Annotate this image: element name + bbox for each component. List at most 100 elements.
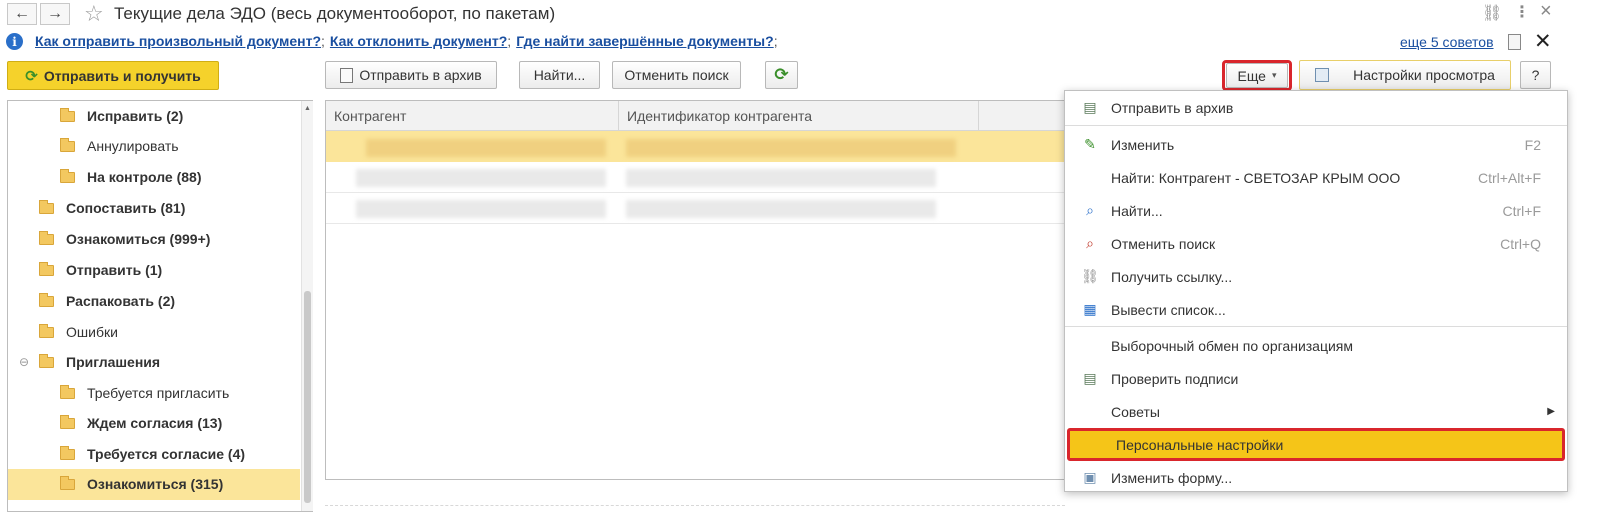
menu-item[interactable]: Выборочный обмен по организациям bbox=[1065, 329, 1567, 362]
tree-item[interactable]: Распаковать (2) bbox=[39, 286, 175, 316]
folder-icon bbox=[39, 292, 54, 307]
tree-item-label: Ознакомиться (315) bbox=[87, 476, 224, 492]
tip-link-reject[interactable]: Как отклонить документ? bbox=[330, 33, 507, 49]
window-title: Текущие дела ЭДО (весь документооборот, … bbox=[114, 4, 556, 23]
forward-button[interactable]: → bbox=[40, 3, 70, 25]
refresh-icon: ⟳ bbox=[25, 67, 38, 85]
tree-item-label: Ждем согласия (13) bbox=[87, 415, 223, 431]
column-header-counterparty[interactable]: Контрагент bbox=[326, 101, 619, 131]
tree-item[interactable]: Сопоставить (81) bbox=[39, 193, 185, 223]
tips-doc-icon[interactable] bbox=[1508, 34, 1521, 50]
settings-form-icon bbox=[1315, 68, 1330, 82]
send-receive-button[interactable]: ⟳ Отправить и получить bbox=[7, 61, 219, 90]
tree-item[interactable]: ⊖ Приглашения bbox=[19, 347, 160, 377]
more-menu: ▤ Отправить в архив ✎ Изменить F2 Найти: Конт… bbox=[1064, 90, 1568, 492]
menu-item-label: Изменить bbox=[1111, 136, 1175, 153]
favorite-star-icon[interactable]: ☆ bbox=[84, 1, 104, 27]
menu-item[interactable]: ▤ Проверить подписи bbox=[1065, 362, 1567, 395]
scroll-up-icon[interactable]: ▲ bbox=[302, 105, 313, 112]
refresh-button[interactable]: ⟳ bbox=[765, 61, 798, 89]
tree-item[interactable]: Требуется согласие (4) bbox=[60, 439, 245, 469]
tree-item-label: На контроле (88) bbox=[87, 169, 202, 185]
tips-close-icon[interactable]: ✕ bbox=[1534, 29, 1552, 54]
tree-item-label: Распаковать (2) bbox=[66, 293, 176, 309]
folder-icon bbox=[60, 445, 75, 460]
folder-icon bbox=[60, 414, 75, 429]
tree-item-label: Сопоставить (81) bbox=[66, 200, 186, 216]
menu-item-label: Персональные настройки bbox=[1116, 436, 1284, 453]
forward-arrow-icon: → bbox=[47, 5, 63, 22]
tree-item[interactable]: Отправить (1) bbox=[39, 255, 162, 285]
cancel-search-icon: ⌕ bbox=[1086, 235, 1094, 251]
view-settings-button[interactable]: Настройки просмотра bbox=[1299, 60, 1511, 90]
send-archive-button[interactable]: Отправить в архив bbox=[325, 61, 497, 89]
menu-item[interactable]: ⌕ Отменить поиск Ctrl+Q bbox=[1065, 227, 1567, 260]
menu-item-label: Найти... bbox=[1111, 202, 1163, 219]
redacted-cell bbox=[356, 169, 606, 187]
cancel-search-button[interactable]: Отменить поиск bbox=[612, 61, 741, 89]
view-settings-label: Настройки просмотра bbox=[1353, 67, 1495, 83]
tree-item[interactable]: Ждем согласия (13) bbox=[60, 408, 222, 438]
menu-item-label: Изменить форму... bbox=[1111, 469, 1233, 486]
tip-link-completed-docs[interactable]: Где найти завершённые документы? bbox=[516, 33, 774, 49]
scroll-thumb[interactable] bbox=[304, 291, 311, 503]
help-button[interactable]: ? bbox=[1520, 61, 1551, 89]
menu-item-label: Советы bbox=[1111, 403, 1160, 420]
menu-item[interactable]: ▣ Изменить форму... bbox=[1065, 461, 1567, 494]
archive-icon bbox=[340, 67, 354, 83]
menu-item[interactable]: ✎ Изменить F2 bbox=[1065, 128, 1567, 161]
menu-item[interactable]: ▦ Вывести список... bbox=[1065, 293, 1567, 326]
window-close-icon[interactable]: × bbox=[1540, 0, 1552, 23]
back-arrow-icon: ← bbox=[14, 5, 30, 22]
pencil-icon: ✎ bbox=[1084, 136, 1096, 152]
menu-item-label: Проверить подписи bbox=[1111, 370, 1239, 387]
documents-table: Контрагент Идентификатор контрагента bbox=[325, 100, 1085, 480]
refresh-icon: ⟳ bbox=[774, 65, 789, 84]
folder-icon bbox=[60, 384, 75, 399]
menu-item[interactable]: ⛓ Получить ссылку... bbox=[1065, 260, 1567, 293]
send-archive-label: Отправить в архив bbox=[359, 67, 482, 83]
menu-item-label: Выборочный обмен по организациям bbox=[1111, 337, 1354, 354]
link-icon[interactable]: ⛓ bbox=[1482, 3, 1502, 23]
menu-item-shortcut: Ctrl+F bbox=[1502, 202, 1542, 219]
menu-item-label: Отправить в архив bbox=[1111, 99, 1234, 116]
redacted-cell bbox=[356, 200, 606, 218]
menu-item[interactable]: ▤ Отправить в архив bbox=[1065, 91, 1567, 124]
folder-icon bbox=[60, 107, 75, 122]
link-icon: ⛓ bbox=[1081, 268, 1099, 284]
tree-item[interactable]: Исправить (2) bbox=[60, 101, 183, 131]
dropdown-arrow-icon: ▾ bbox=[1271, 70, 1277, 80]
menu-item-label: Найти: Контрагент - СВЕТОЗАР КРЫМ ООО bbox=[1111, 169, 1401, 186]
submenu-arrow-icon: ▶ bbox=[1547, 406, 1555, 417]
tree-item[interactable]: Аннулировать bbox=[60, 131, 179, 161]
folder-icon bbox=[60, 137, 75, 152]
redacted-cell bbox=[626, 200, 936, 218]
back-button[interactable]: ← bbox=[7, 3, 37, 25]
more-button[interactable]: Еще ▾ bbox=[1226, 63, 1288, 88]
tip-link-send-arbitrary[interactable]: Как отправить произвольный документ? bbox=[35, 33, 321, 49]
menu-item[interactable]: Найти: Контрагент - СВЕТОЗАР КРЫМ ООО Ctr… bbox=[1065, 161, 1567, 194]
folder-icon bbox=[39, 353, 54, 368]
tree-item-label: Исправить (2) bbox=[87, 108, 184, 124]
menu-item[interactable]: Советы ▶ bbox=[1065, 395, 1567, 428]
tree-item[interactable]: Ознакомиться (999+) bbox=[39, 224, 210, 254]
tip-separator: ; bbox=[507, 33, 512, 49]
tree-item[interactable]: Ошибки bbox=[39, 317, 118, 347]
tree-scrollbar[interactable]: ▲ bbox=[301, 101, 313, 511]
menu-item-shortcut: F2 bbox=[1524, 136, 1541, 153]
tree-item[interactable]: Требуется пригласить bbox=[60, 378, 229, 408]
tree-item-label: Отправить (1) bbox=[66, 262, 163, 278]
find-button[interactable]: Найти... bbox=[519, 61, 600, 89]
folder-icon bbox=[39, 199, 54, 214]
collapse-icon[interactable]: ⊖ bbox=[19, 355, 29, 369]
column-header-counterparty-id[interactable]: Идентификатор контрагента bbox=[619, 101, 979, 131]
more-tips-link[interactable]: еще 5 советов bbox=[1400, 34, 1494, 50]
tree-item-label: Требуется пригласить bbox=[87, 385, 230, 401]
tree-item[interactable]: Ознакомиться (315) bbox=[60, 469, 223, 499]
tips-bar: Как отправить произвольный документ?; Ка… bbox=[35, 33, 778, 49]
info-icon: i bbox=[6, 33, 23, 50]
menu-item[interactable]: ⌕ Найти... Ctrl+F bbox=[1065, 194, 1567, 227]
more-actions-icon[interactable]: ⋮ bbox=[1514, 2, 1530, 22]
tree-item[interactable]: На контроле (88) bbox=[60, 162, 202, 192]
menu-item-personal-settings[interactable]: Персональные настройки bbox=[1067, 428, 1565, 461]
